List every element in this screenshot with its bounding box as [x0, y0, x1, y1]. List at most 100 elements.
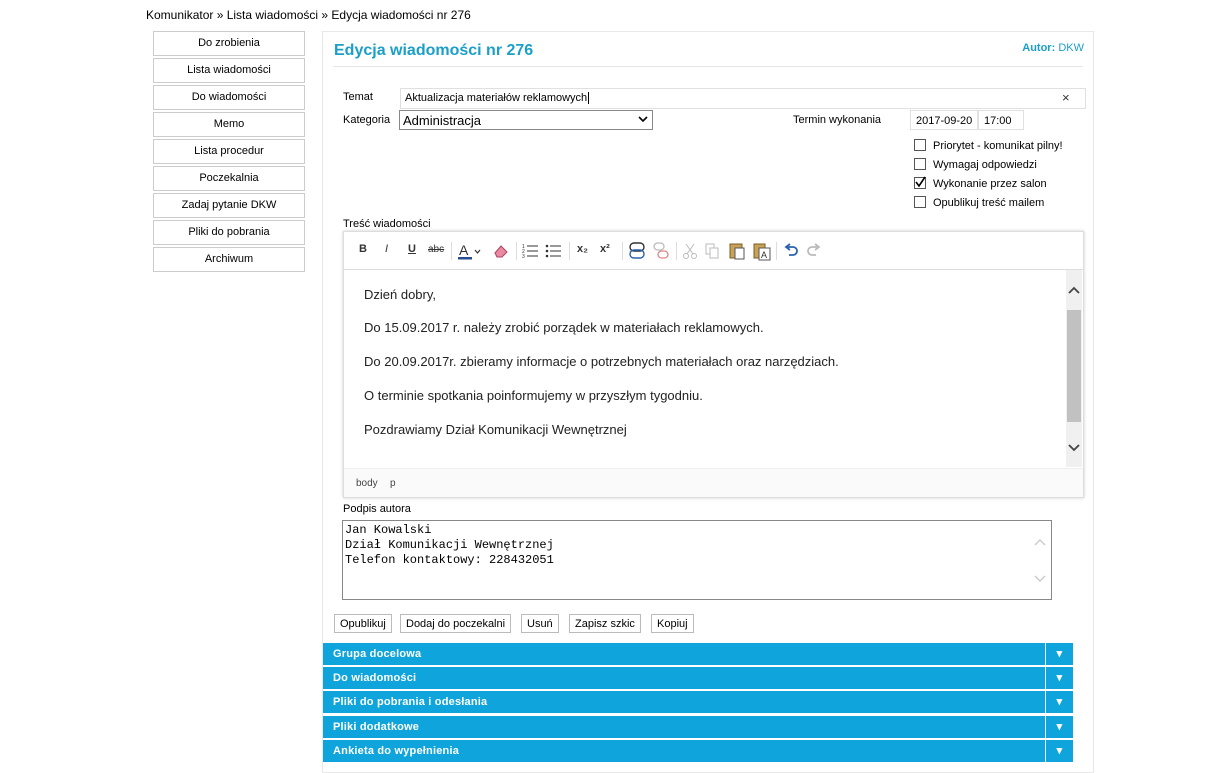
toolbar-separator [622, 242, 623, 260]
accordion-label: Grupa docelowa [333, 648, 422, 660]
temat-label: Temat [343, 91, 373, 103]
kategoria-label: Kategoria [343, 114, 391, 126]
redo-icon[interactable] [805, 242, 823, 258]
element-path-p[interactable]: p [390, 478, 396, 489]
signature-line: Telefon kontaktowy: 228432051 [345, 553, 554, 567]
numbered-list-icon[interactable]: 1 2 3 [522, 242, 540, 260]
svg-text:A: A [459, 242, 469, 258]
termin-time-input[interactable]: 17:00 [978, 110, 1024, 130]
svg-text:3: 3 [522, 254, 525, 260]
sidebar-item-lista-procedur[interactable]: Lista procedur [153, 139, 305, 164]
author-value: DKW [1058, 42, 1084, 54]
publish-button[interactable]: Opublikuj [334, 614, 392, 633]
accordion-pliki-do-pobrania[interactable]: Pliki do pobrania i odesłania ▾ [323, 691, 1073, 713]
rich-text-editor: B I U abc A 1 2 3 x₂ x² A Dzień dobry, D… [343, 231, 1084, 498]
check-icon [915, 176, 926, 188]
toolbar-separator [676, 242, 677, 260]
signature-line: Dział Komunikacji Wewnętrznej [345, 538, 554, 552]
priorytet-label: Priorytet - komunikat pilny! [933, 140, 1063, 152]
caret-down-icon[interactable]: ▾ [1045, 740, 1073, 762]
scroll-up-icon[interactable] [1068, 285, 1080, 295]
accordion-pliki-dodatkowe[interactable]: Pliki dodatkowe ▾ [323, 716, 1073, 738]
underline-button[interactable]: U [408, 243, 416, 255]
kategoria-value: Administracja [403, 113, 482, 128]
opublikuj-mailem-label: Opublikuj treść mailem [933, 197, 1045, 209]
scroll-up-icon[interactable] [1034, 538, 1046, 546]
svg-text:A: A [761, 250, 767, 260]
accordion-label: Pliki dodatkowe [333, 721, 420, 733]
toolbar-separator [569, 242, 570, 260]
text-color-icon[interactable]: A [457, 241, 483, 261]
author-info: Autor: DKW [1022, 42, 1084, 54]
tresc-label: Treść wiadomości [343, 218, 431, 230]
accordion-ankieta[interactable]: Ankieta do wypełnienia ▾ [323, 740, 1073, 762]
accordion-label: Ankieta do wypełnienia [333, 745, 460, 757]
editor-paragraph: Pozdrawiamy Dział Komunikacji Wewnętrzne… [364, 422, 627, 437]
italic-button[interactable]: I [385, 243, 388, 255]
wymagaj-odpowiedzi-label: Wymagaj odpowiedzi [933, 159, 1037, 171]
editor-paragraph: Do 15.09.2017 r. należy zrobić porządek … [364, 320, 764, 335]
scrollbar-thumb[interactable] [1067, 310, 1081, 422]
element-path-body[interactable]: body [356, 478, 378, 489]
sidebar-item-zadaj-pytanie[interactable]: Zadaj pytanie DKW [153, 193, 305, 218]
editor-content[interactable]: Dzień dobry, Do 15.09.2017 r. należy zro… [344, 270, 1065, 467]
strikethrough-button[interactable]: abc [428, 244, 444, 255]
sidebar-item-lista-wiadomosci[interactable]: Lista wiadomości [153, 58, 305, 83]
opublikuj-mailem-checkbox[interactable] [914, 196, 926, 208]
cut-icon[interactable] [682, 242, 698, 260]
link-icon[interactable] [628, 241, 646, 261]
priorytet-checkbox[interactable] [914, 139, 926, 151]
sidebar-item-do-zrobienia[interactable]: Do zrobienia [153, 31, 305, 56]
toolbar-separator [516, 242, 517, 260]
undo-icon[interactable] [782, 242, 800, 258]
scroll-down-icon[interactable] [1068, 443, 1080, 453]
wykonanie-salon-label: Wykonanie przez salon [933, 178, 1047, 190]
termin-date-input[interactable]: 2017-09-20 [910, 110, 978, 130]
save-draft-button[interactable]: Zapisz szkic [569, 614, 641, 633]
sidebar-item-do-wiadomosci[interactable]: Do wiadomości [153, 85, 305, 110]
kategoria-select[interactable]: Administracja [399, 110, 653, 130]
accordion-do-wiadomosci[interactable]: Do wiadomości ▾ [323, 667, 1073, 689]
sidebar-item-archiwum[interactable]: Archiwum [153, 247, 305, 272]
caret-down-icon[interactable]: ▾ [1045, 716, 1073, 738]
caret-down-icon[interactable]: ▾ [1045, 667, 1073, 689]
signature-textarea[interactable]: Jan Kowalski Dział Komunikacji Wewnętrzn… [342, 520, 1052, 600]
paste-text-icon[interactable]: A [752, 241, 772, 261]
editor-paragraph: Dzień dobry, [364, 287, 437, 302]
superscript-button[interactable]: x² [600, 243, 610, 255]
author-label: Autor: [1022, 42, 1056, 54]
paste-icon[interactable] [728, 241, 746, 261]
podpis-label: Podpis autora [343, 503, 411, 515]
accordion-label: Do wiadomości [333, 672, 417, 684]
chevron-down-icon [638, 116, 648, 123]
add-to-waiting-button[interactable]: Dodaj do poczekalni [400, 614, 512, 633]
toolbar-separator [451, 242, 452, 260]
copy-icon[interactable] [704, 242, 720, 260]
temat-clear-icon[interactable]: × [1062, 90, 1070, 105]
accordion-grupa-docelowa[interactable]: Grupa docelowa ▾ [323, 643, 1073, 665]
temat-input[interactable]: Aktualizacja materiałów reklamowych [400, 88, 1086, 109]
wykonanie-salon-checkbox[interactable] [914, 176, 926, 189]
editor-scrollbar[interactable] [1066, 270, 1082, 467]
unlink-icon[interactable] [652, 241, 670, 261]
eraser-icon[interactable] [492, 242, 510, 260]
toolbar-separator [776, 242, 777, 260]
editor-paragraph: O terminie spotkania poinformujemy w prz… [364, 388, 703, 403]
caret-down-icon[interactable]: ▾ [1045, 691, 1073, 713]
signature-line: Jan Kowalski [345, 523, 432, 537]
copy-button[interactable]: Kopiuj [651, 614, 694, 633]
delete-button[interactable]: Usuń [521, 614, 559, 633]
sidebar-item-pliki-do-pobrania[interactable]: Pliki do pobrania [153, 220, 305, 245]
bold-button[interactable]: B [359, 243, 367, 255]
wymagaj-odpowiedzi-checkbox[interactable] [914, 158, 926, 170]
sidebar-item-poczekalnia[interactable]: Poczekalnia [153, 166, 305, 191]
subscript-button[interactable]: x₂ [577, 243, 588, 255]
breadcrumb: Komunikator » Lista wiadomości » Edycja … [146, 8, 471, 22]
temat-value: Aktualizacja materiałów reklamowych [405, 92, 588, 104]
page-title: Edycja wiadomości nr 276 [334, 42, 534, 59]
scroll-down-icon[interactable] [1034, 575, 1046, 583]
bullet-list-icon[interactable] [545, 242, 563, 260]
sidebar-item-memo[interactable]: Memo [153, 112, 305, 137]
title-divider [333, 66, 1083, 67]
caret-down-icon[interactable]: ▾ [1045, 643, 1073, 665]
